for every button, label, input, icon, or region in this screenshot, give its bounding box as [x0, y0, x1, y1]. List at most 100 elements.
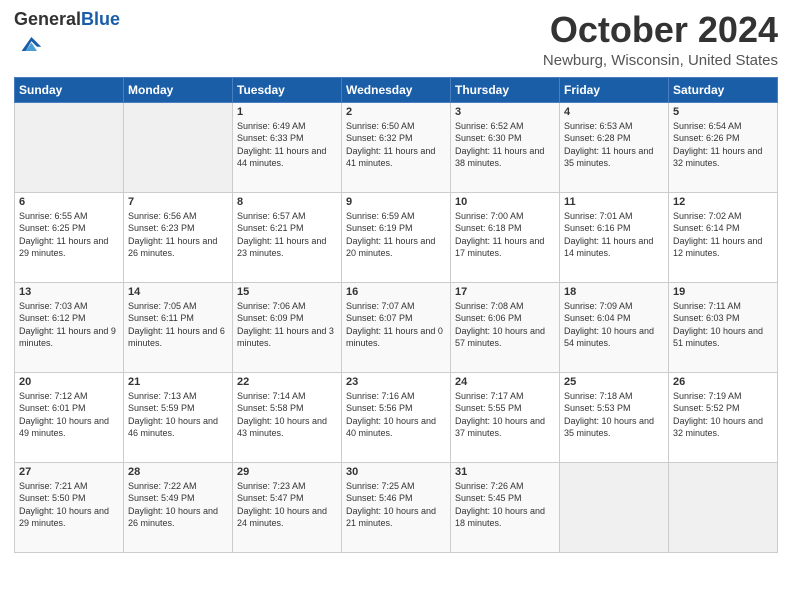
calendar-cell: 22Sunrise: 7:14 AMSunset: 5:58 PMDayligh… [233, 372, 342, 462]
day-info: Sunrise: 7:19 AMSunset: 5:52 PMDaylight:… [673, 390, 773, 440]
day-number: 4 [564, 106, 664, 118]
title-area: October 2024 Newburg, Wisconsin, United … [543, 10, 778, 69]
calendar-cell [669, 462, 778, 552]
day-info: Sunrise: 7:16 AMSunset: 5:56 PMDaylight:… [346, 390, 446, 440]
day-number: 7 [128, 196, 228, 208]
calendar-cell [560, 462, 669, 552]
day-number: 5 [673, 106, 773, 118]
calendar-cell: 4 Sunrise: 6:53 AMSunset: 6:28 PMDaylight… [560, 102, 669, 192]
calendar-cell: 19Sunrise: 7:11 AMSunset: 6:03 PMDayligh… [669, 282, 778, 372]
calendar-cell: 28 Sunrise: 7:22 AMSunset: 5:49 PMDayligh… [124, 462, 233, 552]
day-info: Sunrise: 7:12 AMSunset: 6:01 PMDaylight:… [19, 390, 119, 440]
day-number: 12 [673, 196, 773, 208]
calendar-cell: 12 Sunrise: 7:02 AMSunset: 6:14 PMDayligh… [669, 192, 778, 282]
day-number: 10 [455, 196, 555, 208]
calendar-cell [15, 102, 124, 192]
day-info: Sunrise: 7:01 AMSunset: 6:16 PMDaylight:… [564, 210, 664, 260]
day-info: Sunrise: 7:18 AMSunset: 5:53 PMDaylight:… [564, 390, 664, 440]
day-info: Sunrise: 7:05 AMSunset: 6:11 PMDaylight:… [128, 300, 228, 350]
calendar-cell: 2 Sunrise: 6:50 AMSunset: 6:32 PMDaylight… [342, 102, 451, 192]
day-info: Sunrise: 6:55 AMSunset: 6:25 PMDaylight:… [19, 210, 119, 260]
day-info: Sunrise: 7:02 AMSunset: 6:14 PMDaylight:… [673, 210, 773, 260]
day-info: Sunrise: 6:49 AMSunset: 6:33 PMDaylight:… [237, 120, 337, 170]
day-number: 3 [455, 106, 555, 118]
day-number: 27 [19, 466, 119, 478]
day-number: 20 [19, 376, 119, 388]
calendar-week: 27 Sunrise: 7:21 AMSunset: 5:50 PMDayligh… [15, 462, 778, 552]
day-info: Sunrise: 7:00 AMSunset: 6:18 PMDaylight:… [455, 210, 555, 260]
weekday-header: Tuesday [233, 77, 342, 102]
calendar-cell: 18 Sunrise: 7:09 AMSunset: 6:04 PMDayligh… [560, 282, 669, 372]
calendar-cell: 25 Sunrise: 7:18 AMSunset: 5:53 PMDayligh… [560, 372, 669, 462]
day-info: Sunrise: 7:09 AMSunset: 6:04 PMDaylight:… [564, 300, 664, 350]
day-number: 17 [455, 286, 555, 298]
calendar-cell: 14 Sunrise: 7:05 AMSunset: 6:11 PMDayligh… [124, 282, 233, 372]
calendar-cell: 7 Sunrise: 6:56 AMSunset: 6:23 PMDaylight… [124, 192, 233, 282]
day-number: 6 [19, 196, 119, 208]
day-number: 11 [564, 196, 664, 208]
weekday-header: Wednesday [342, 77, 451, 102]
day-number: 23 [346, 376, 446, 388]
day-info: Sunrise: 7:17 AMSunset: 5:55 PMDaylight:… [455, 390, 555, 440]
day-number: 15 [237, 286, 337, 298]
day-info: Sunrise: 7:23 AMSunset: 5:47 PMDaylight:… [237, 480, 337, 530]
weekday-header: Monday [124, 77, 233, 102]
location: Newburg, Wisconsin, United States [543, 52, 778, 69]
logo-blue: Blue [81, 9, 120, 29]
day-number: 18 [564, 286, 664, 298]
calendar-cell: 10 Sunrise: 7:00 AMSunset: 6:18 PMDayligh… [451, 192, 560, 282]
day-info: Sunrise: 7:22 AMSunset: 5:49 PMDaylight:… [128, 480, 228, 530]
day-info: Sunrise: 6:59 AMSunset: 6:19 PMDaylight:… [346, 210, 446, 260]
calendar-table: SundayMondayTuesdayWednesdayThursdayFrid… [14, 77, 778, 553]
day-number: 26 [673, 376, 773, 388]
day-info: Sunrise: 7:25 AMSunset: 5:46 PMDaylight:… [346, 480, 446, 530]
header-row: SundayMondayTuesdayWednesdayThursdayFrid… [15, 77, 778, 102]
day-info: Sunrise: 7:07 AMSunset: 6:07 PMDaylight:… [346, 300, 446, 350]
header: GeneralBlue October 2024 Newburg, Wiscon… [14, 10, 778, 69]
calendar-cell: 26 Sunrise: 7:19 AMSunset: 5:52 PMDayligh… [669, 372, 778, 462]
day-number: 8 [237, 196, 337, 208]
calendar-cell: 6 Sunrise: 6:55 AMSunset: 6:25 PMDaylight… [15, 192, 124, 282]
day-info: Sunrise: 6:57 AMSunset: 6:21 PMDaylight:… [237, 210, 337, 260]
day-info: Sunrise: 7:11 AMSunset: 6:03 PMDaylight:… [673, 300, 773, 350]
calendar-cell: 23 Sunrise: 7:16 AMSunset: 5:56 PMDayligh… [342, 372, 451, 462]
calendar-cell: 16 Sunrise: 7:07 AMSunset: 6:07 PMDayligh… [342, 282, 451, 372]
day-number: 16 [346, 286, 446, 298]
day-info: Sunrise: 6:53 AMSunset: 6:28 PMDaylight:… [564, 120, 664, 170]
calendar-cell: 5 Sunrise: 6:54 AMSunset: 6:26 PMDaylight… [669, 102, 778, 192]
day-info: Sunrise: 6:56 AMSunset: 6:23 PMDaylight:… [128, 210, 228, 260]
day-info: Sunrise: 7:03 AMSunset: 6:12 PMDaylight:… [19, 300, 119, 350]
day-number: 25 [564, 376, 664, 388]
day-number: 30 [346, 466, 446, 478]
logo-icon [16, 30, 44, 58]
day-info: Sunrise: 6:52 AMSunset: 6:30 PMDaylight:… [455, 120, 555, 170]
calendar-cell: 24 Sunrise: 7:17 AMSunset: 5:55 PMDayligh… [451, 372, 560, 462]
calendar-cell: 13Sunrise: 7:03 AMSunset: 6:12 PMDayligh… [15, 282, 124, 372]
calendar-week: 1Sunrise: 6:49 AMSunset: 6:33 PMDaylight… [15, 102, 778, 192]
logo-general: General [14, 9, 81, 29]
weekday-header: Sunday [15, 77, 124, 102]
day-info: Sunrise: 7:14 AMSunset: 5:58 PMDaylight:… [237, 390, 337, 440]
weekday-header: Thursday [451, 77, 560, 102]
weekday-header: Saturday [669, 77, 778, 102]
day-info: Sunrise: 6:50 AMSunset: 6:32 PMDaylight:… [346, 120, 446, 170]
day-info: Sunrise: 7:21 AMSunset: 5:50 PMDaylight:… [19, 480, 119, 530]
page: GeneralBlue October 2024 Newburg, Wiscon… [0, 0, 792, 612]
calendar-cell: 20 Sunrise: 7:12 AMSunset: 6:01 PMDayligh… [15, 372, 124, 462]
day-number: 14 [128, 286, 228, 298]
logo: GeneralBlue [14, 10, 120, 63]
calendar-week: 13Sunrise: 7:03 AMSunset: 6:12 PMDayligh… [15, 282, 778, 372]
calendar-cell: 9Sunrise: 6:59 AMSunset: 6:19 PMDaylight… [342, 192, 451, 282]
calendar-cell: 21Sunrise: 7:13 AMSunset: 5:59 PMDayligh… [124, 372, 233, 462]
day-number: 28 [128, 466, 228, 478]
calendar-cell: 31Sunrise: 7:26 AMSunset: 5:45 PMDayligh… [451, 462, 560, 552]
day-info: Sunrise: 6:54 AMSunset: 6:26 PMDaylight:… [673, 120, 773, 170]
day-number: 24 [455, 376, 555, 388]
day-number: 29 [237, 466, 337, 478]
calendar-cell: 30 Sunrise: 7:25 AMSunset: 5:46 PMDayligh… [342, 462, 451, 552]
day-number: 2 [346, 106, 446, 118]
calendar-week: 6 Sunrise: 6:55 AMSunset: 6:25 PMDaylight… [15, 192, 778, 282]
weekday-header: Friday [560, 77, 669, 102]
day-info: Sunrise: 7:26 AMSunset: 5:45 PMDaylight:… [455, 480, 555, 530]
day-number: 21 [128, 376, 228, 388]
